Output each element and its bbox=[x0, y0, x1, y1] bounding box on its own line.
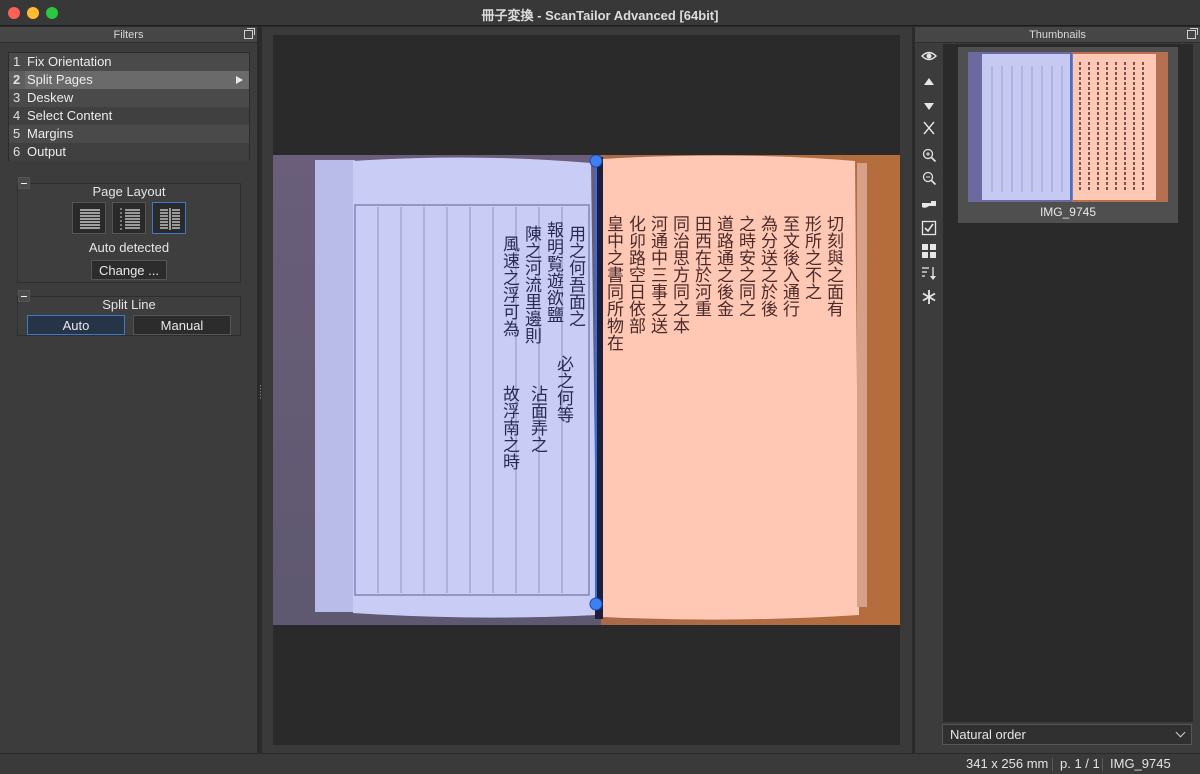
svg-text:之時安之同之: 之時安之同之 bbox=[735, 215, 756, 317]
thumbnail-image bbox=[968, 52, 1168, 202]
status-separator bbox=[1052, 758, 1053, 771]
single-page-uncut-icon bbox=[80, 209, 100, 229]
image-viewport[interactable]: 風速之浮可為 陳之河流里邊則 報明覧遊欲鹽 用之何吾面之 故浮南之時 沾面弄之 … bbox=[273, 35, 900, 745]
svg-text:形所之不之: 形所之不之 bbox=[801, 215, 822, 300]
eye-icon[interactable] bbox=[921, 48, 937, 64]
split-manual-button[interactable]: Manual bbox=[133, 315, 231, 335]
sort-icon[interactable] bbox=[921, 265, 937, 281]
grid-icon[interactable] bbox=[921, 243, 937, 259]
thumbnails-panel-header: Thumbnails bbox=[915, 27, 1200, 43]
filter-item-number: 6 bbox=[13, 144, 21, 159]
filter-item-select-content[interactable]: 4 Select Content bbox=[9, 107, 249, 125]
page-layout-group: Page Layout Auto detected Change ... bbox=[17, 177, 241, 283]
filter-item-number: 1 bbox=[13, 54, 21, 69]
undock-icon[interactable] bbox=[1187, 28, 1198, 39]
svg-text:化卯路空日依部: 化卯路空日依部 bbox=[625, 215, 646, 334]
filter-item-label: Fix Orientation bbox=[27, 54, 112, 69]
scanned-book-image[interactable]: 風速之浮可為 陳之河流里邊則 報明覧遊欲鹽 用之何吾面之 故浮南之時 沾面弄之 … bbox=[273, 155, 900, 625]
page-size-readout: 341 x 256 mm bbox=[966, 756, 1049, 771]
svg-text:道路通之後金: 道路通之後金 bbox=[713, 215, 734, 317]
filter-list: 1 Fix Orientation 2 Split Pages 3 Deskew… bbox=[8, 52, 250, 161]
filter-item-number: 3 bbox=[13, 90, 21, 105]
filter-item-label: Deskew bbox=[27, 90, 74, 105]
thumbnail-item[interactable]: IMG_9745 bbox=[958, 47, 1178, 223]
split-line-group: Split Line Auto Manual bbox=[17, 290, 241, 336]
split-line-bottom-handle bbox=[589, 597, 603, 611]
filter-item-number: 5 bbox=[13, 126, 21, 141]
single-page-cut-button[interactable] bbox=[112, 202, 146, 234]
filters-panel: Filters 1 Fix Orientation 2 Split Pages … bbox=[0, 27, 258, 753]
sort-order-select[interactable]: Natural order bbox=[942, 724, 1192, 745]
svg-text:河通中三事之送: 河通中三事之送 bbox=[647, 215, 668, 334]
svg-text:風速之浮可為: 風速之浮可為 bbox=[499, 235, 520, 338]
svg-text:同治思方同之本: 同治思方同之本 bbox=[669, 215, 690, 334]
page-layout-buttons bbox=[18, 202, 240, 234]
filter-item-number: 4 bbox=[13, 108, 21, 123]
image-view-panel: 風速之浮可為 陳之河流里邊則 報明覧遊欲鹽 用之何吾面之 故浮南之時 沾面弄之 … bbox=[262, 27, 912, 753]
arrow-up-icon[interactable] bbox=[921, 74, 937, 90]
title-bar: 冊子変換 - ScanTailor Advanced [64bit] bbox=[0, 0, 1200, 26]
filters-panel-title: Filters bbox=[113, 29, 144, 41]
asterisk-icon[interactable] bbox=[921, 289, 937, 305]
status-bar: 341 x 256 mm p. 1 / 1 IMG_9745 bbox=[0, 753, 1200, 774]
filter-item-label: Margins bbox=[27, 126, 74, 141]
chevron-down-icon bbox=[1175, 727, 1186, 738]
undock-icon[interactable] bbox=[244, 28, 255, 39]
filter-item-margins[interactable]: 5 Margins bbox=[9, 125, 249, 143]
cut-icon[interactable] bbox=[921, 120, 937, 136]
thumbnails-panel-title: Thumbnails bbox=[1029, 29, 1086, 41]
zoom-out-icon[interactable] bbox=[921, 170, 937, 186]
status-separator bbox=[1102, 758, 1103, 771]
svg-text:報明覧遊欲鹽: 報明覧遊欲鹽 bbox=[543, 221, 564, 323]
two-pages-icon bbox=[160, 208, 180, 230]
single-page-uncut-button[interactable] bbox=[72, 202, 106, 234]
thumbnail-label: IMG_9745 bbox=[1039, 205, 1097, 219]
filter-item-label: Output bbox=[27, 144, 67, 159]
thumbnail-toolbar bbox=[915, 44, 943, 753]
svg-text:用之何吾面之: 用之何吾面之 bbox=[565, 225, 586, 327]
thumbnails-panel: Thumbnails IMG_9745 Natural order bbox=[914, 27, 1200, 753]
filter-item-deskew[interactable]: 3 Deskew bbox=[9, 89, 249, 107]
svg-text:皇中之書同所物在: 皇中之書同所物在 bbox=[603, 215, 624, 351]
filter-item-label: Split Pages bbox=[25, 71, 249, 89]
split-line-title: Split Line bbox=[102, 297, 156, 312]
two-pages-button[interactable] bbox=[152, 202, 186, 234]
filter-item-output[interactable]: 6 Output bbox=[9, 143, 249, 161]
sort-order-value: Natural order bbox=[950, 727, 1026, 742]
single-page-cut-icon bbox=[120, 208, 140, 230]
filter-item-label: Select Content bbox=[27, 108, 113, 123]
change-layout-button[interactable]: Change ... bbox=[91, 260, 167, 280]
collapse-page-layout-button[interactable] bbox=[18, 177, 30, 189]
svg-text:切刻與之面有: 切刻與之面有 bbox=[823, 215, 844, 318]
filter-item-fix-orientation[interactable]: 1 Fix Orientation bbox=[9, 53, 249, 71]
zoom-in-icon[interactable] bbox=[921, 147, 937, 163]
arrow-down-icon[interactable] bbox=[921, 98, 937, 114]
split-line-top-handle bbox=[589, 155, 603, 168]
svg-text:田西在於河重: 田西在於河重 bbox=[691, 215, 712, 317]
svg-text:至文後入通行: 至文後入通行 bbox=[779, 215, 800, 318]
svg-text:必之何等: 必之何等 bbox=[553, 355, 574, 423]
window-title: 冊子変換 - ScanTailor Advanced [64bit] bbox=[481, 8, 719, 23]
split-line-buttons: Auto Manual bbox=[18, 315, 240, 341]
svg-text:為分送之於後: 為分送之於後 bbox=[757, 215, 778, 317]
file-name-readout: IMG_9745 bbox=[1110, 756, 1171, 771]
page-number-readout: p. 1 / 1 bbox=[1060, 756, 1100, 771]
pointer-icon[interactable] bbox=[921, 197, 937, 213]
page-layout-title: Page Layout bbox=[92, 184, 166, 199]
thumbnail-list[interactable]: IMG_9745 bbox=[943, 44, 1193, 722]
filter-item-split-pages[interactable]: 2 Split Pages bbox=[9, 71, 249, 89]
layout-status: Auto detected bbox=[88, 240, 170, 255]
play-icon[interactable] bbox=[236, 76, 243, 84]
collapse-split-line-button[interactable] bbox=[18, 290, 30, 302]
filter-item-number: 2 bbox=[13, 72, 21, 87]
filters-panel-header: Filters bbox=[0, 27, 257, 43]
svg-text:沾面弄之: 沾面弄之 bbox=[527, 385, 548, 453]
split-auto-button[interactable]: Auto bbox=[27, 315, 125, 335]
svg-text:故浮南之時: 故浮南之時 bbox=[499, 385, 520, 470]
checkbox-icon[interactable] bbox=[921, 220, 937, 236]
svg-text:陳之河流里邊則: 陳之河流里邊則 bbox=[521, 225, 542, 345]
